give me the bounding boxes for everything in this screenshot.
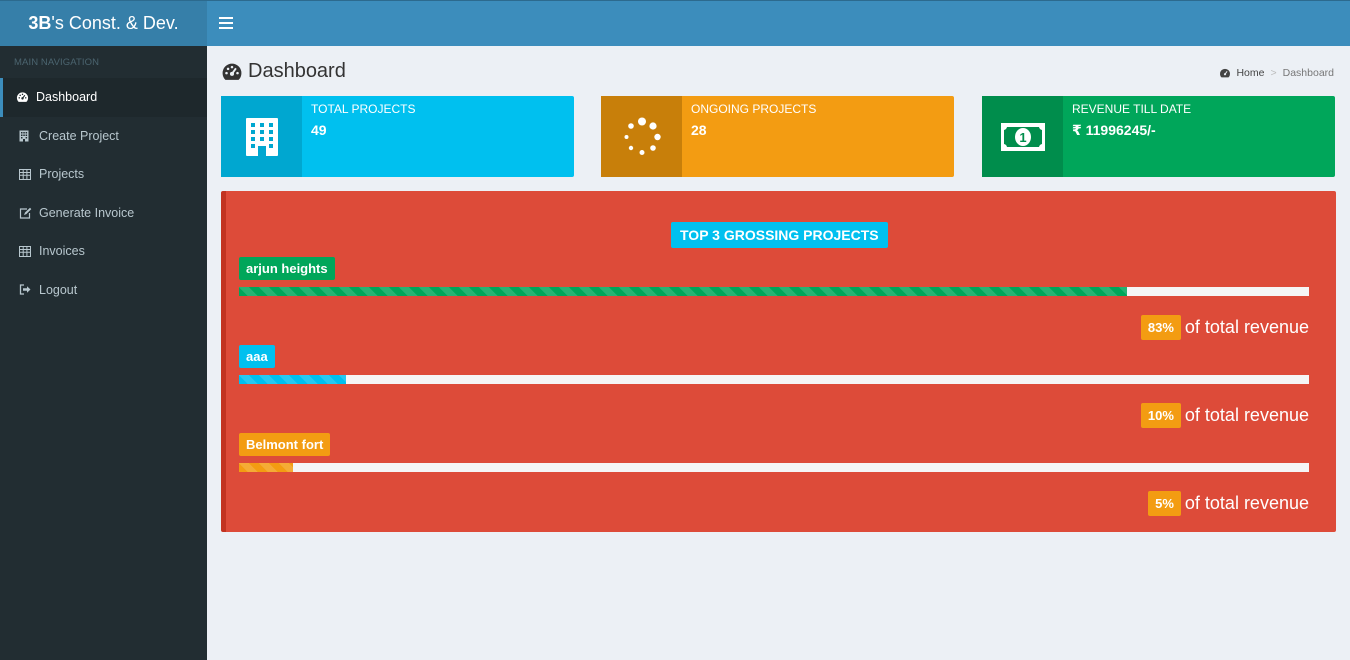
percent-badge: 5% bbox=[1148, 491, 1181, 516]
progress-bar-fill bbox=[239, 375, 346, 384]
project-item: arjun heights 83% of total revenue bbox=[239, 257, 1309, 340]
sidebar-item-generate-invoice[interactable]: Generate Invoice bbox=[0, 194, 207, 233]
page-title: Dashboard bbox=[221, 60, 346, 83]
table-icon bbox=[19, 245, 39, 257]
revenue-suffix: of total revenue bbox=[1184, 317, 1309, 337]
info-box-revenue: 1 REVENUE TILL DATE ₹ 11996245/- bbox=[982, 96, 1335, 177]
sidebar-item-create-project[interactable]: Create Project bbox=[0, 117, 207, 156]
sidebar-item-logout[interactable]: Logout bbox=[0, 271, 207, 310]
info-box-value: 49 bbox=[311, 122, 327, 138]
sidebar-item-label: Create Project bbox=[39, 128, 119, 143]
breadcrumb-separator: > bbox=[1270, 67, 1277, 79]
svg-text:1: 1 bbox=[1019, 130, 1026, 145]
sidebar-header: MAIN NAVIGATION bbox=[14, 57, 100, 68]
table-icon bbox=[19, 168, 39, 180]
top-projects-title: TOP 3 GROSSING PROJECTS bbox=[671, 222, 888, 248]
project-item: aaa 10% of total revenue bbox=[239, 345, 1309, 428]
brand-rest: 's Const. & Dev. bbox=[51, 13, 179, 33]
building-icon bbox=[19, 130, 39, 142]
progress-bar bbox=[239, 375, 1309, 384]
sidebar-item-label: Dashboard bbox=[36, 90, 98, 105]
info-box-total-projects: TOTAL PROJECTS 49 bbox=[221, 96, 574, 177]
project-name-badge: arjun heights bbox=[239, 257, 335, 280]
sidebar-toggle-icon[interactable] bbox=[219, 15, 233, 31]
sidebar-item-label: Invoices bbox=[39, 244, 85, 259]
sidebar-item-label: Generate Invoice bbox=[39, 205, 135, 220]
project-name-badge: aaa bbox=[239, 345, 275, 368]
sidebar-item-label: Logout bbox=[39, 282, 78, 297]
sidebar-item-dashboard[interactable]: Dashboard bbox=[0, 78, 207, 117]
sign-out-icon bbox=[19, 284, 39, 295]
info-box-label: REVENUE TILL DATE bbox=[1072, 102, 1192, 116]
sidebar-item-invoices[interactable]: Invoices bbox=[0, 232, 207, 271]
edit-icon bbox=[19, 207, 39, 219]
info-box-label: ONGOING PROJECTS bbox=[691, 102, 817, 116]
project-name-badge: Belmont fort bbox=[239, 433, 331, 456]
revenue-suffix: of total revenue bbox=[1184, 493, 1309, 513]
revenue-suffix: of total revenue bbox=[1184, 405, 1309, 425]
progress-bar-fill bbox=[239, 287, 1128, 296]
percent-badge: 10% bbox=[1140, 403, 1181, 428]
progress-bar bbox=[239, 463, 1309, 472]
info-box-value: 28 bbox=[691, 122, 707, 138]
info-box-ongoing-projects: ONGOING PROJECTS 28 bbox=[601, 96, 954, 177]
info-box-value: ₹ 11996245/- bbox=[1072, 122, 1156, 138]
breadcrumb-home[interactable]: Home bbox=[1219, 67, 1264, 79]
sidebar: MAIN NAVIGATION Dashboard Create Project… bbox=[0, 46, 207, 660]
brand-bold: 3B bbox=[28, 13, 52, 33]
dashboard-icon bbox=[16, 91, 36, 103]
progress-bar bbox=[239, 287, 1309, 296]
page-title-text: Dashboard bbox=[248, 60, 346, 82]
revenue-share: 5% of total revenue bbox=[239, 491, 1309, 516]
breadcrumb-home-label: Home bbox=[1236, 67, 1265, 79]
brand-logo[interactable]: 3B's Const. & Dev. bbox=[0, 0, 207, 46]
top-navbar bbox=[207, 0, 1350, 46]
top-projects-panel: TOP 3 GROSSING PROJECTS arjun heights 83… bbox=[221, 191, 1336, 532]
breadcrumb: Home > Dashboard bbox=[1219, 67, 1334, 79]
dashboard-icon bbox=[1220, 68, 1231, 78]
spinner-icon bbox=[601, 96, 682, 177]
percent-badge: 83% bbox=[1140, 315, 1181, 340]
dashboard-icon bbox=[221, 62, 243, 81]
progress-bar-fill bbox=[239, 463, 293, 472]
info-box-label: TOTAL PROJECTS bbox=[311, 102, 416, 116]
revenue-share: 83% of total revenue bbox=[239, 315, 1309, 340]
money-icon: 1 bbox=[982, 96, 1063, 177]
building-icon bbox=[221, 96, 302, 177]
project-item: Belmont fort 5% of total revenue bbox=[239, 433, 1309, 516]
breadcrumb-current: Dashboard bbox=[1282, 67, 1334, 79]
revenue-share: 10% of total revenue bbox=[239, 403, 1309, 428]
sidebar-item-label: Projects bbox=[39, 167, 85, 182]
sidebar-item-projects[interactable]: Projects bbox=[0, 155, 207, 194]
